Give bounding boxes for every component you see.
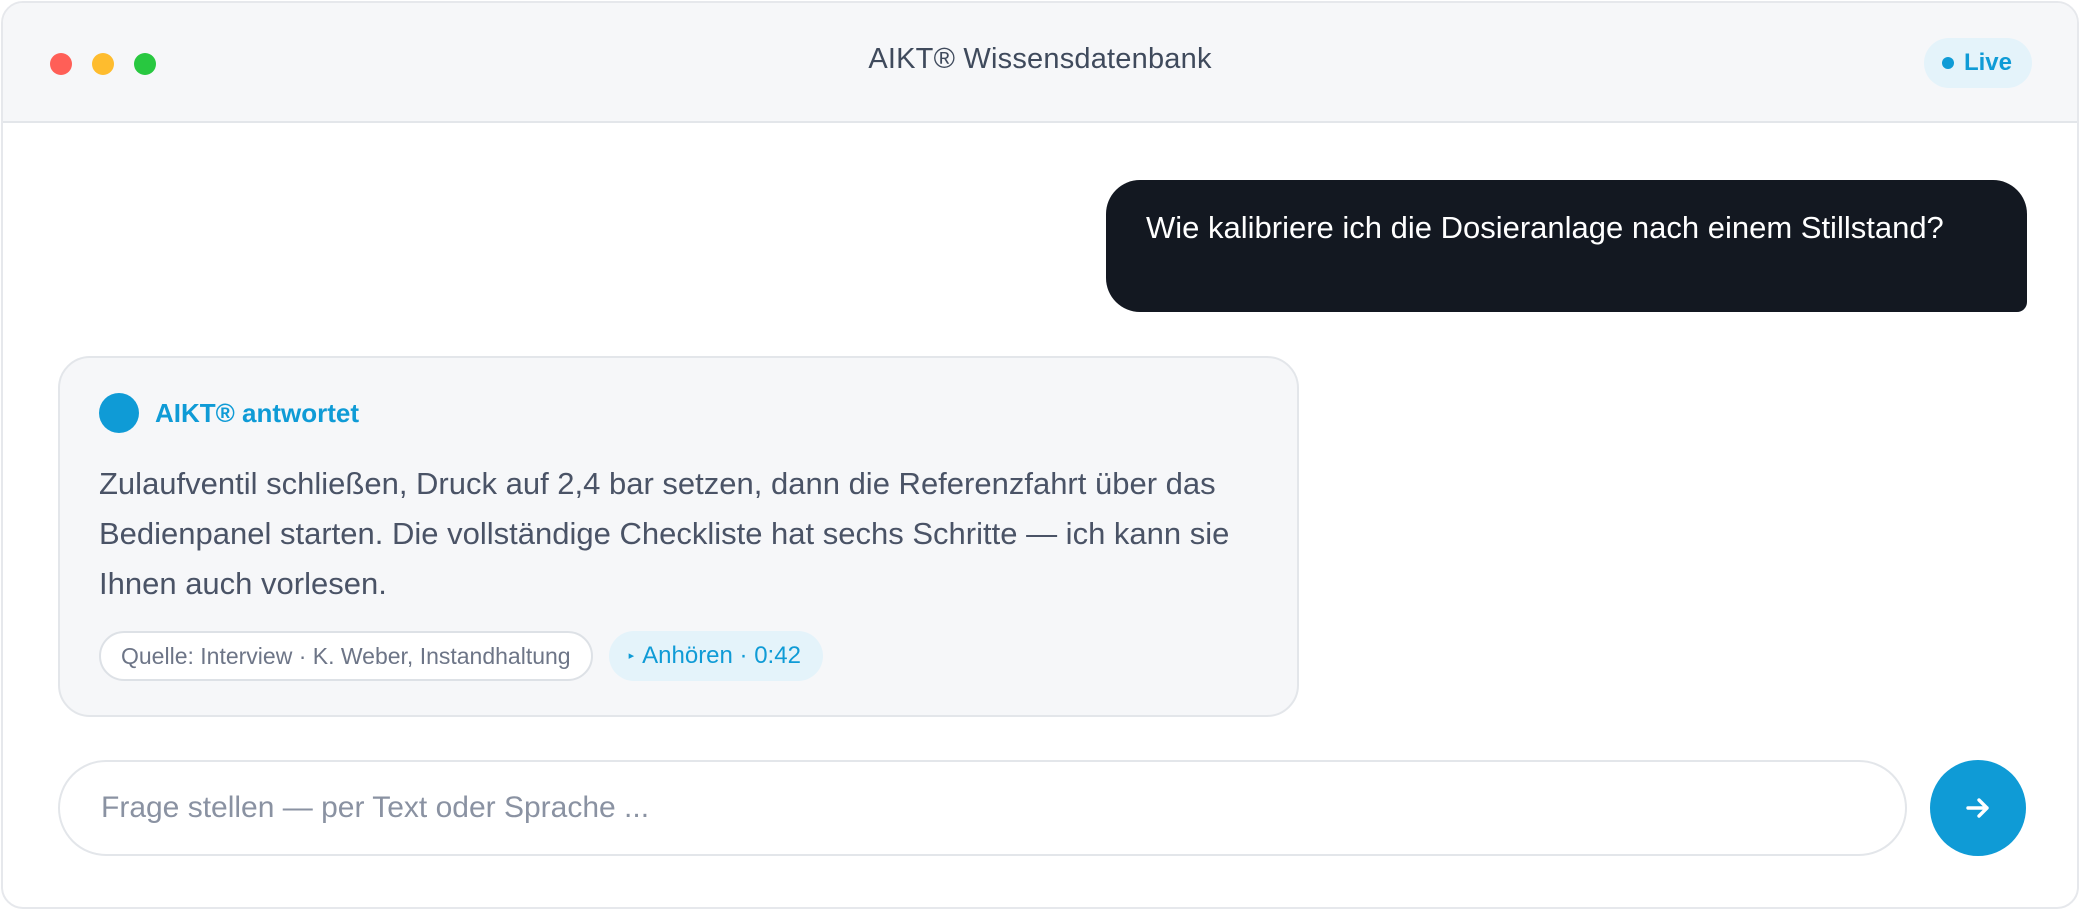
question-input-container — [58, 760, 1907, 856]
assistant-response-card: AIKT® antwortet Zulaufventil schließen, … — [58, 356, 1299, 717]
question-input[interactable] — [99, 790, 1905, 826]
assistant-name: AIKT® antwortet — [155, 397, 360, 428]
window-title: AIKT® Wissensdatenbank — [868, 43, 1212, 75]
play-icon: ▸ — [628, 649, 635, 662]
app-window: AIKT® Wissensdatenbank Live Wie kalibrie… — [1, 1, 2079, 909]
arrow-right-icon — [1966, 798, 1989, 818]
listen-audio-button[interactable]: ▸ Anhören · 0:42 — [608, 631, 823, 681]
response-chips: Quelle: Interview · K. Weber, Instandhal… — [99, 631, 823, 681]
user-message-bubble: Wie kalibriere ich die Dosieranlage nach… — [1106, 180, 2027, 312]
listen-audio-label: Anhören · 0:42 — [642, 642, 801, 669]
send-button[interactable] — [1930, 760, 2026, 856]
assistant-response-text: Zulaufventil schließen, Druck auf 2,4 ba… — [99, 466, 1230, 601]
live-dot-icon — [1941, 57, 1954, 69]
live-status-badge: Live — [1923, 38, 2032, 88]
assistant-header: AIKT® antwortet — [99, 393, 359, 433]
source-chip[interactable]: Quelle: Interview · K. Weber, Instandhal… — [99, 631, 593, 681]
live-status-label: Live — [1963, 49, 2012, 76]
user-message-text: Wie kalibriere ich die Dosieranlage nach… — [1146, 210, 1944, 245]
title-bar: AIKT® Wissensdatenbank Live — [3, 3, 2077, 123]
source-chip-label: Quelle: Interview · K. Weber, Instandhal… — [121, 642, 571, 669]
assistant-avatar — [99, 393, 139, 433]
